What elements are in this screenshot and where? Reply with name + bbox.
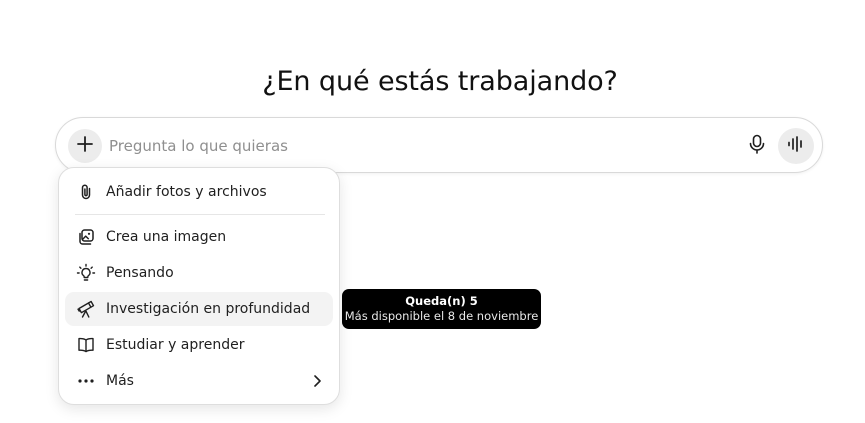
telescope-icon [76, 299, 96, 319]
menu-item-deep-research[interactable]: Investigación en profundidad [65, 292, 333, 326]
paperclip-icon [76, 182, 96, 202]
menu-item-study[interactable]: Estudiar y aprender [65, 328, 333, 362]
prompt-input[interactable] [109, 135, 709, 157]
page: ¿En qué estás trabajando? Pregunta lo qu… [0, 0, 865, 423]
menu-item-label: Estudiar y aprender [106, 337, 245, 353]
menu-item-label: Añadir fotos y archivos [106, 184, 267, 200]
voice-mode-button[interactable] [778, 128, 814, 164]
tooltip-subtitle: Más disponible el 8 de noviembre [344, 309, 539, 323]
menu-item-label: Investigación en profundidad [106, 301, 311, 317]
menu-item-thinking[interactable]: Pensando [65, 256, 333, 290]
menu-item-add-files[interactable]: Añadir fotos y archivos [65, 175, 333, 209]
chevron-right-icon [309, 373, 325, 389]
lightbulb-icon [76, 263, 96, 283]
dictate-button[interactable] [740, 129, 774, 163]
menu-item-label: Crea una imagen [106, 229, 227, 245]
tooltip-title: Queda(n) 5 [405, 294, 478, 308]
voice-waveform-icon [787, 136, 805, 156]
book-icon [76, 335, 96, 355]
add-attachment-button[interactable] [68, 129, 102, 163]
microphone-icon [748, 134, 766, 158]
menu-item-label: Más [106, 373, 134, 389]
plus-icon [76, 135, 94, 157]
more-dots-icon [76, 371, 96, 391]
prompt-composer [55, 117, 823, 173]
menu-item-create-image[interactable]: Crea una imagen [65, 220, 333, 254]
menu-item-label: Pensando [106, 265, 174, 281]
menu-item-more[interactable]: Más [65, 364, 333, 398]
usage-tooltip: Queda(n) 5 Más disponible el 8 de noviem… [342, 289, 541, 329]
menu-divider [75, 214, 325, 215]
image-icon [76, 227, 96, 247]
composer-tools-menu: Añadir fotos y archivos Crea una imagen [58, 167, 340, 405]
page-title: ¿En qué estás trabajando? [262, 66, 618, 98]
